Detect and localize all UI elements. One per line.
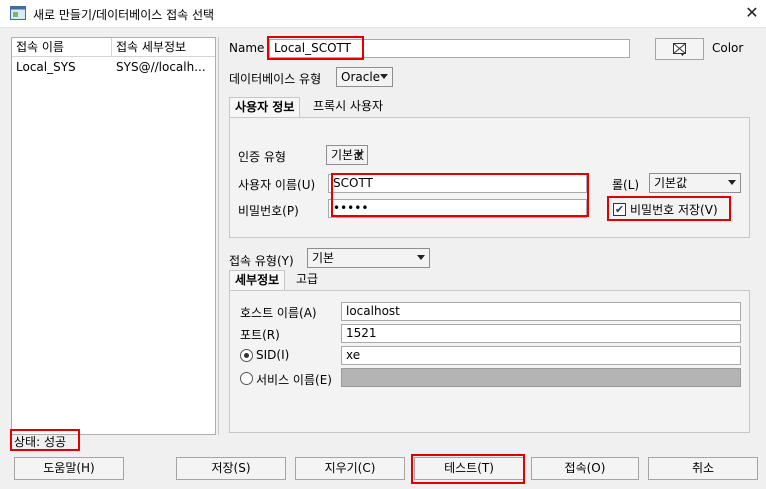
- sid-radio[interactable]: [240, 349, 253, 362]
- test-highlight: [411, 454, 525, 484]
- sid-input[interactable]: xe: [341, 346, 741, 365]
- credentials-highlight: [331, 173, 589, 217]
- save-password-highlight: [607, 196, 731, 221]
- column-header-connection-details[interactable]: 접속 세부정보: [112, 38, 215, 57]
- help-button[interactable]: 도움말(H): [14, 457, 124, 480]
- port-label: 포트(R): [240, 328, 280, 342]
- conn-type-value: 기본: [312, 251, 335, 265]
- chevron-down-icon: [728, 180, 736, 185]
- connection-row-name[interactable]: Local_SYS: [12, 58, 112, 76]
- db-type-select[interactable]: Oracle: [336, 67, 393, 87]
- database-app-icon: [10, 6, 26, 20]
- password-label: 비밀번호(P): [238, 204, 299, 218]
- tab-details[interactable]: 세부정보: [229, 270, 286, 290]
- connect-button[interactable]: 접속(O): [531, 457, 639, 480]
- service-name-radio[interactable]: [240, 372, 253, 385]
- clear-button[interactable]: 지우기(C): [295, 457, 405, 480]
- close-icon[interactable]: ✕: [740, 2, 764, 24]
- cancel-button[interactable]: 취소: [648, 457, 758, 480]
- column-header-connection-name[interactable]: 접속 이름: [12, 38, 112, 57]
- pane-splitter[interactable]: [218, 37, 222, 435]
- color-swatch-icon: [673, 43, 686, 56]
- status-highlight: [10, 429, 80, 451]
- conn-type-label: 접속 유형(Y): [229, 254, 294, 268]
- role-value: 기본값: [654, 176, 688, 190]
- role-label: 롤(L): [612, 178, 640, 192]
- chevron-down-icon: [417, 255, 425, 260]
- conn-type-select[interactable]: 기본: [307, 248, 430, 268]
- connection-row-details[interactable]: SYS@//localh...: [112, 58, 215, 76]
- db-type-label: 데이터베이스 유형: [229, 72, 322, 86]
- service-name-label: 서비스 이름(E): [256, 373, 332, 387]
- auth-type-select[interactable]: 기본값: [326, 145, 368, 165]
- tab-advanced[interactable]: 고급: [291, 270, 324, 290]
- host-label: 호스트 이름(A): [240, 306, 317, 320]
- chevron-down-icon: [355, 152, 363, 157]
- color-button[interactable]: [655, 38, 704, 60]
- username-label: 사용자 이름(U): [238, 178, 316, 192]
- auth-type-label: 인증 유형: [238, 150, 286, 164]
- chevron-down-icon: [380, 74, 388, 79]
- port-input[interactable]: 1521: [341, 324, 741, 343]
- tab-user-info[interactable]: 사용자 정보: [229, 97, 301, 117]
- tab-proxy-user[interactable]: 프록시 사용자: [308, 97, 389, 117]
- color-label: Color: [712, 41, 744, 55]
- service-name-input: [341, 368, 741, 387]
- db-type-value: Oracle: [341, 70, 381, 84]
- connection-list[interactable]: 접속 이름 접속 세부정보 Local_SYS SYS@//localh...: [11, 37, 216, 435]
- sid-label: SID(I): [256, 348, 290, 362]
- role-select[interactable]: 기본값: [649, 173, 741, 193]
- name-label: Name: [229, 41, 265, 55]
- host-input[interactable]: localhost: [341, 302, 741, 321]
- name-highlight: [267, 36, 364, 60]
- window-title: 새로 만들기/데이터베이스 접속 선택: [33, 8, 215, 22]
- save-button[interactable]: 저장(S): [176, 457, 286, 480]
